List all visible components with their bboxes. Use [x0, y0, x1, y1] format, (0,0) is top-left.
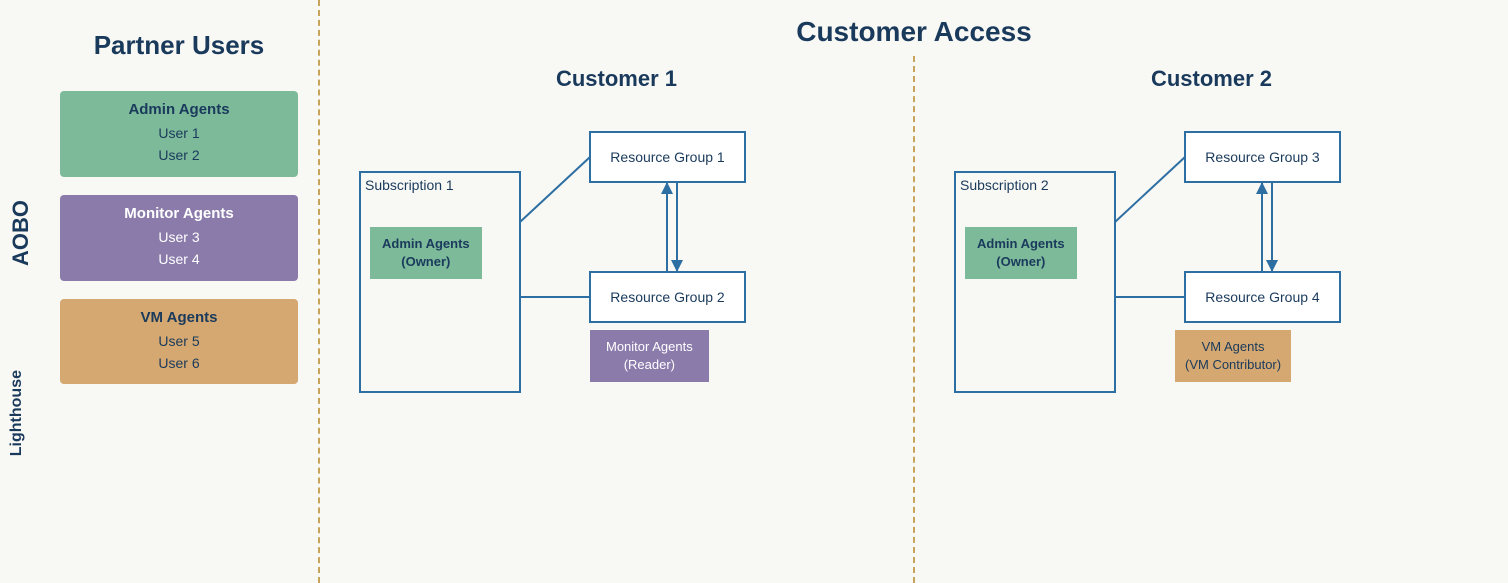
- admin-agents-owner-c2: Admin Agents(Owner): [965, 227, 1077, 279]
- resource-group-4-label: Resource Group 4: [1185, 272, 1340, 322]
- monitor-agents-reader-c1: Monitor Agents(Reader): [590, 330, 709, 382]
- resource-group-3-label: Resource Group 3: [1185, 132, 1340, 182]
- vm-agents-contributor-c2: VM Agents(VM Contributor): [1175, 330, 1291, 382]
- aobo-label: AOBO: [8, 200, 34, 266]
- customer-1-diagram: Subscription 1 Admin Agents(Owner) Resou…: [350, 112, 883, 563]
- customer-1-col: Customer 1: [320, 56, 913, 583]
- vm-agents-users: User 5User 6: [76, 330, 282, 375]
- vm-agents-title: VM Agents: [76, 309, 282, 326]
- customer-1-title: Customer 1: [350, 66, 883, 92]
- subscription-2-label: Subscription 2: [960, 177, 1049, 193]
- customer-2-diagram: Subscription 2 Admin Agents(Owner) Resou…: [945, 112, 1478, 563]
- customer-2-col: Customer 2: [915, 56, 1508, 583]
- customers-row: Customer 1: [320, 56, 1508, 583]
- monitor-agents-users: User 3User 4: [76, 226, 282, 271]
- partner-title: Partner Users: [60, 30, 298, 61]
- subscription-1-label: Subscription 1: [365, 177, 454, 193]
- customer-2-title: Customer 2: [945, 66, 1478, 92]
- resource-group-1-label: Resource Group 1: [590, 132, 745, 182]
- monitor-agents-group: Monitor Agents User 3User 4: [60, 195, 298, 281]
- partner-panel: AOBO Lighthouse Partner Users Admin Agen…: [0, 0, 320, 583]
- resource-group-2-label: Resource Group 2: [590, 272, 745, 322]
- vm-agents-group: VM Agents User 5User 6: [60, 299, 298, 385]
- customer-access-title: Customer Access: [320, 0, 1508, 48]
- admin-agents-owner-c1: Admin Agents(Owner): [370, 227, 482, 279]
- admin-agents-title: Admin Agents: [76, 101, 282, 118]
- monitor-agents-title: Monitor Agents: [76, 205, 282, 222]
- admin-agents-group: Admin Agents User 1User 2: [60, 91, 298, 177]
- admin-agents-users: User 1User 2: [76, 122, 282, 167]
- customer-access-panel: Customer Access Customer 1: [320, 0, 1508, 583]
- main-diagram: AOBO Lighthouse Partner Users Admin Agen…: [0, 0, 1508, 583]
- lighthouse-label: Lighthouse: [8, 370, 26, 456]
